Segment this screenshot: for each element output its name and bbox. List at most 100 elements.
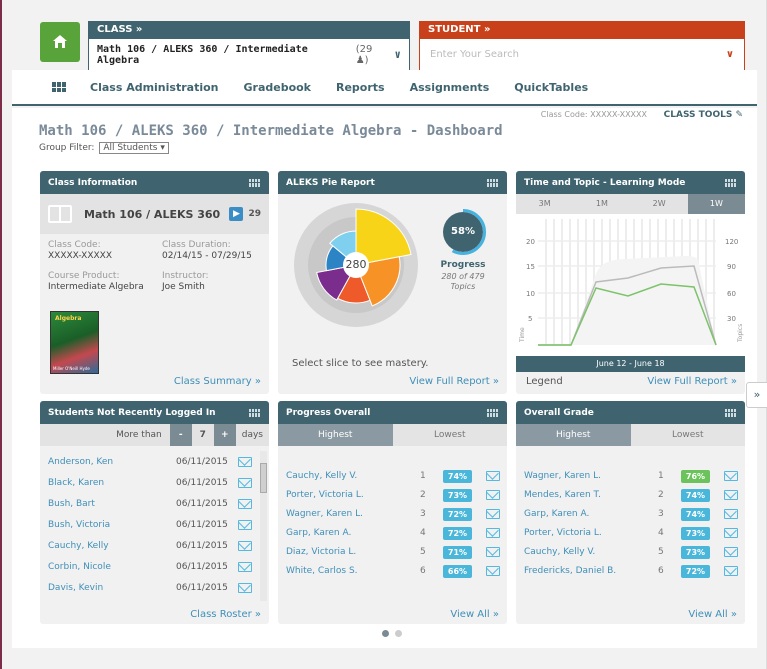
tab-2w[interactable]: 2W	[631, 194, 688, 214]
page-dot-2[interactable]	[395, 630, 402, 637]
student-name[interactable]: Cauchy, Kelly V.	[286, 471, 357, 481]
student-name[interactable]: Fredericks, Daniel B.	[524, 566, 616, 576]
menu-grid-icon[interactable]	[487, 408, 499, 417]
table-row[interactable]: Wagner, Karen L. 1 76%	[524, 469, 738, 483]
scrollbar-thumb[interactable]	[260, 463, 267, 493]
student-name[interactable]: Bush, Bart	[48, 499, 95, 509]
nav-gradebook[interactable]: Gradebook	[243, 81, 311, 94]
table-row[interactable]: Garp, Karen A. 4 72%	[286, 526, 500, 540]
home-button[interactable]	[40, 22, 80, 62]
student-name[interactable]: Davis, Kevin	[48, 583, 103, 593]
email-icon[interactable]	[724, 509, 738, 519]
student-name[interactable]: Mendes, Karen T.	[524, 490, 601, 500]
menu-grid-icon[interactable]	[249, 178, 261, 187]
table-row[interactable]: Diaz, Victoria L. 5 71%	[286, 545, 500, 559]
tab-3m[interactable]: 3M	[516, 194, 573, 214]
table-row[interactable]: Davis, Kevin 06/11/2015	[48, 582, 261, 594]
email-icon[interactable]	[486, 528, 500, 538]
chevron-down-icon[interactable]: ∨	[726, 49, 734, 60]
student-name[interactable]: Corbin, Nicole	[48, 562, 111, 572]
legend-link[interactable]: Legend	[526, 376, 563, 387]
chevron-down-icon[interactable]: ∨	[394, 48, 401, 61]
menu-grid-icon[interactable]	[725, 178, 737, 187]
student-name[interactable]: Wagner, Karen L.	[286, 509, 363, 519]
email-icon[interactable]	[486, 547, 500, 557]
student-name[interactable]: Bush, Victoria	[48, 520, 110, 530]
table-row[interactable]: Bush, Bart 06/11/2015	[48, 498, 261, 510]
table-row[interactable]: Cauchy, Kelly V. 5 73%	[524, 545, 738, 559]
scrollbar[interactable]	[260, 451, 267, 601]
side-panel-toggle[interactable]: »	[746, 382, 767, 408]
nav-quicktables[interactable]: QuickTables	[514, 81, 588, 94]
table-row[interactable]: Cauchy, Kelly 06/11/2015	[48, 540, 261, 552]
email-icon[interactable]	[238, 457, 252, 467]
email-icon[interactable]	[238, 520, 252, 530]
student-name[interactable]: Wagner, Karen L.	[524, 471, 601, 481]
class-summary-link[interactable]: Class Summary »	[174, 376, 261, 387]
table-row[interactable]: Porter, Victoria L. 2 73%	[286, 488, 500, 502]
student-name[interactable]: Cauchy, Kelly V.	[524, 547, 595, 557]
email-icon[interactable]	[238, 541, 252, 551]
table-row[interactable]: Bush, Victoria 06/11/2015	[48, 519, 261, 531]
email-icon[interactable]	[486, 471, 500, 481]
email-icon[interactable]	[724, 490, 738, 500]
email-icon[interactable]	[238, 583, 252, 593]
student-search-input[interactable]: Enter Your Search	[430, 49, 519, 60]
student-name[interactable]: Black, Karen	[48, 478, 104, 488]
tab-lowest[interactable]: Lowest	[630, 424, 745, 446]
table-row[interactable]: Mendes, Karen T. 2 74%	[524, 488, 738, 502]
table-row[interactable]: Porter, Victoria L. 4 73%	[524, 526, 738, 540]
menu-grid-icon[interactable]	[249, 408, 261, 417]
student-search[interactable]: STUDENT » Enter Your Search ∨	[419, 21, 745, 71]
email-icon[interactable]	[486, 490, 500, 500]
table-row[interactable]: White, Carlos S. 6 66%	[286, 564, 500, 578]
menu-grid-icon[interactable]	[725, 408, 737, 417]
email-icon[interactable]	[724, 566, 738, 576]
view-all-link[interactable]: View All »	[450, 609, 499, 620]
table-row[interactable]: Black, Karen 06/11/2015	[48, 477, 261, 489]
student-name[interactable]: White, Carlos S.	[286, 566, 358, 576]
email-icon[interactable]	[724, 471, 738, 481]
page-dot-1[interactable]	[382, 630, 389, 637]
student-name[interactable]: Garp, Karen A.	[286, 528, 351, 538]
table-row[interactable]: Fredericks, Daniel B. 6 72%	[524, 564, 738, 578]
nav-reports[interactable]: Reports	[336, 81, 385, 94]
email-icon[interactable]	[238, 499, 252, 509]
email-icon[interactable]	[724, 528, 738, 538]
student-name[interactable]: Diaz, Victoria L.	[286, 547, 356, 557]
group-filter-select[interactable]: All Students ▾	[99, 142, 169, 154]
view-full-report-link[interactable]: View Full Report »	[647, 376, 737, 387]
student-name[interactable]: Cauchy, Kelly	[48, 541, 109, 551]
menu-grid-icon[interactable]	[487, 178, 499, 187]
email-icon[interactable]	[486, 509, 500, 519]
tab-1m[interactable]: 1M	[573, 194, 630, 214]
plus-button[interactable]: +	[213, 424, 236, 446]
nav-assignments[interactable]: Assignments	[410, 81, 490, 94]
table-row[interactable]: Corbin, Nicole 06/11/2015	[48, 561, 261, 573]
email-icon[interactable]	[238, 562, 252, 572]
student-name[interactable]: Anderson, Ken	[48, 457, 113, 467]
tab-lowest[interactable]: Lowest	[392, 424, 507, 446]
tab-highest[interactable]: Highest	[278, 424, 393, 446]
table-row[interactable]: Wagner, Karen L. 3 72%	[286, 507, 500, 521]
tab-1w[interactable]: 1W	[687, 194, 745, 214]
apps-grid-icon[interactable]	[52, 82, 66, 92]
minus-button[interactable]: -	[169, 424, 192, 446]
view-full-report-link[interactable]: View Full Report »	[409, 376, 499, 387]
table-row[interactable]: Garp, Karen A. 3 74%	[524, 507, 738, 521]
table-row[interactable]: Anderson, Ken 06/11/2015	[48, 456, 261, 468]
table-row[interactable]: Cauchy, Kelly V. 1 74%	[286, 469, 500, 483]
student-name[interactable]: Garp, Karen A.	[524, 509, 589, 519]
class-selector[interactable]: CLASS » Math 106 / ALEKS 360 / Intermedi…	[88, 21, 410, 71]
class-roster-link[interactable]: Class Roster »	[190, 609, 261, 620]
student-name[interactable]: Porter, Victoria L.	[286, 490, 364, 500]
class-tools-button[interactable]: CLASS TOOLS ✎	[664, 110, 743, 120]
email-icon[interactable]	[238, 478, 252, 488]
nav-class-administration[interactable]: Class Administration	[90, 81, 218, 94]
student-name[interactable]: Porter, Victoria L.	[524, 528, 602, 538]
email-icon[interactable]	[724, 547, 738, 557]
email-icon[interactable]	[486, 566, 500, 576]
days-value[interactable]: 7	[192, 430, 214, 440]
tab-highest[interactable]: Highest	[516, 424, 631, 446]
view-all-link[interactable]: View All »	[688, 609, 737, 620]
